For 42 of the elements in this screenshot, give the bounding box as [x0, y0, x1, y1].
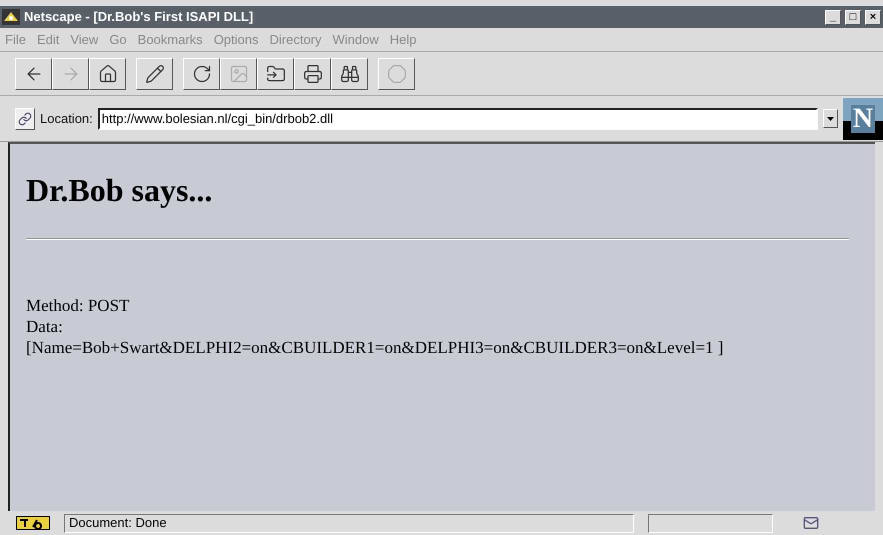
menu-item[interactable]: Options — [214, 30, 258, 50]
menu-item[interactable]: Window — [332, 30, 379, 50]
menu-item[interactable]: Go — [109, 30, 127, 50]
page-heading: Dr.Bob says... — [26, 174, 214, 206]
window-control-button[interactable]: _ — [825, 10, 841, 24]
menu-item[interactable]: Bookmarks — [138, 30, 203, 50]
toolbar-button[interactable] — [89, 58, 126, 90]
reload-icon — [192, 64, 212, 84]
window-control-button[interactable]: × — [865, 10, 881, 24]
open-icon — [266, 64, 286, 84]
menu-item[interactable]: Help — [390, 30, 417, 50]
toolbar-button[interactable] — [136, 58, 173, 90]
logo-icon — [2, 9, 20, 25]
bookmark-tile[interactable] — [15, 108, 35, 130]
toolbar-button[interactable] — [294, 58, 331, 90]
binoculars-icon — [340, 64, 360, 84]
dropdown-button[interactable] — [823, 109, 838, 128]
printer-icon — [302, 64, 322, 84]
toolbar-button[interactable] — [183, 58, 220, 90]
body-line: [Name=Bob+Swart&DELPHI2=on&CBUILDER1=on&DELPHI3=on&CBUILDER3=on&Level=1 ] — [26, 337, 724, 358]
image-icon — [228, 64, 248, 84]
toolbar-button[interactable] — [331, 58, 368, 90]
menu-item[interactable]: Edit — [36, 30, 60, 50]
body-line: Data: — [26, 316, 64, 337]
toolbar-button[interactable] — [257, 58, 294, 90]
stop-icon — [386, 64, 406, 84]
location-label: Location: — [40, 110, 93, 128]
toolbar-button[interactable] — [15, 58, 52, 90]
mail-icon[interactable] — [803, 515, 819, 531]
body-line: Method: POST — [26, 295, 130, 316]
status-text: Document: Done — [64, 514, 634, 532]
house-icon — [98, 64, 118, 84]
window-control-button[interactable]: □ — [845, 10, 861, 24]
logo-letter: N — [850, 104, 876, 132]
link-icon — [18, 112, 32, 126]
caret-icon — [827, 116, 834, 120]
pencil-icon — [144, 64, 164, 84]
menu-item[interactable]: File — [5, 30, 26, 50]
menu-item[interactable]: View — [70, 30, 98, 50]
window-title: Netscape - [Dr.Bob's First ISAPI DLL] — [24, 8, 254, 26]
location-field[interactable]: http://www.bolesian.nl/cgi_bin/drbob2.dll — [98, 108, 818, 130]
menu-item[interactable]: Directory — [270, 30, 322, 50]
